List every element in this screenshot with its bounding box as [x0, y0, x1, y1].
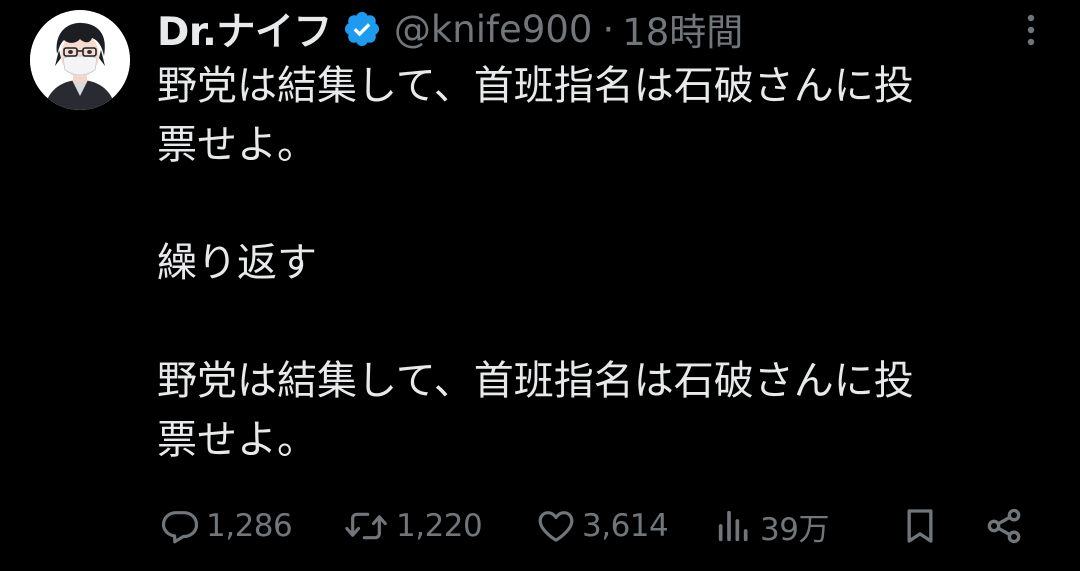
tweet-text-line: 野党は結集して、首班指名は石破さんに投 — [157, 63, 914, 109]
avatar[interactable] — [30, 10, 130, 110]
share-button[interactable] — [984, 504, 1024, 548]
share-icon — [987, 508, 1021, 544]
heart-icon — [538, 511, 574, 542]
bookmark-button[interactable] — [900, 504, 940, 548]
bookmark-icon — [907, 509, 933, 543]
author-name[interactable]: Dr.ナイフ — [157, 1, 332, 57]
tweet-text: 野党は結集して、首班指名は石破さんに投 票せよ。 繰り返す 野党は結集して、首班… — [157, 57, 1057, 470]
reply-count: 1,286 — [206, 508, 293, 544]
tweet-header: Dr.ナイフ @knife900 · 18時間 — [157, 2, 743, 56]
avatar-image — [30, 10, 130, 110]
views-button[interactable]: 39万 — [714, 504, 829, 548]
verified-badge-icon — [342, 9, 382, 49]
tweet-actions: 1,286 1,220 3,614 39万 — [0, 504, 1080, 548]
more-options-icon[interactable] — [1016, 12, 1046, 48]
tweet-text-line: 票せよ。 — [157, 417, 317, 463]
like-button[interactable]: 3,614 — [536, 504, 669, 548]
like-count: 3,614 — [582, 508, 669, 544]
author-handle[interactable]: @knife900 — [394, 8, 593, 51]
reply-icon — [161, 511, 199, 544]
views-count: 39万 — [760, 511, 829, 548]
tweet-text-line: 野党は結集して、首班指名は石破さんに投 — [157, 358, 914, 404]
reply-button[interactable]: 1,286 — [160, 504, 293, 548]
tweet-text-line: 票せよ。 — [157, 122, 317, 168]
retweet-icon — [345, 512, 387, 540]
views-chart-icon — [718, 510, 748, 542]
retweet-button[interactable]: 1,220 — [342, 504, 483, 548]
tweet-text-line: 繰り返す — [157, 240, 317, 286]
tweet-timestamp[interactable]: 18時間 — [622, 2, 743, 56]
separator-dot: · — [602, 7, 615, 51]
retweet-count: 1,220 — [396, 508, 483, 544]
